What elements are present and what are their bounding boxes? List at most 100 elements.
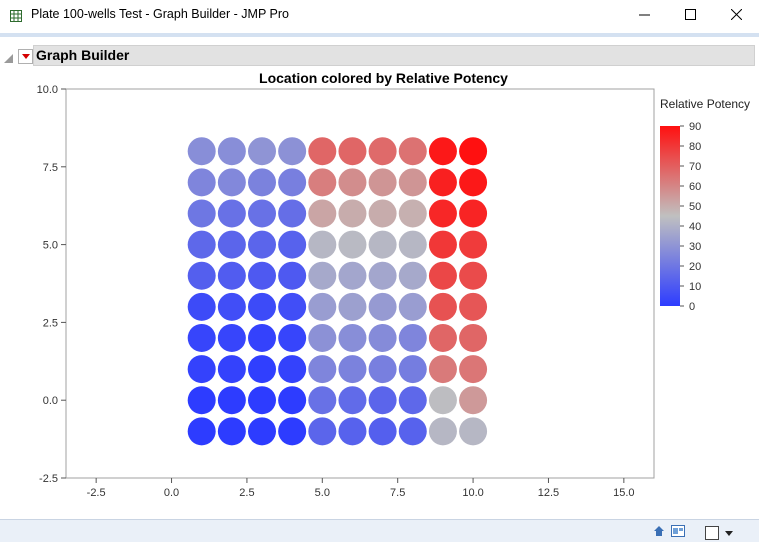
data-point bbox=[217, 230, 246, 259]
data-point bbox=[278, 199, 307, 228]
data-point bbox=[217, 323, 246, 352]
data-point bbox=[187, 230, 216, 259]
data-point bbox=[187, 261, 216, 290]
data-point bbox=[217, 199, 246, 228]
data-point bbox=[248, 355, 276, 384]
data-point bbox=[398, 417, 427, 446]
data-point bbox=[278, 292, 307, 321]
data-point bbox=[338, 199, 367, 228]
data-point bbox=[428, 292, 457, 321]
layout-icon[interactable] bbox=[671, 524, 685, 542]
data-point bbox=[338, 230, 367, 259]
data-point bbox=[308, 323, 337, 352]
legend-tick-label: 20 bbox=[689, 261, 701, 273]
y-tick-label: 2.5 bbox=[43, 317, 58, 329]
legend-tick-label: 60 bbox=[689, 181, 701, 193]
y-tick-label: 0.0 bbox=[43, 395, 58, 407]
data-point bbox=[248, 292, 276, 321]
data-point bbox=[338, 168, 367, 197]
data-point bbox=[398, 261, 427, 290]
data-point bbox=[338, 323, 367, 352]
home-icon[interactable] bbox=[653, 524, 665, 542]
data-point bbox=[428, 323, 457, 352]
data-point bbox=[308, 230, 337, 259]
data-point bbox=[278, 261, 307, 290]
data-point bbox=[217, 292, 246, 321]
y-tick-label: 7.5 bbox=[43, 162, 58, 174]
data-point bbox=[368, 355, 397, 384]
data-point bbox=[187, 323, 216, 352]
data-point bbox=[217, 168, 246, 197]
data-point bbox=[248, 261, 276, 290]
data-point bbox=[428, 168, 457, 197]
x-tick-label: 2.5 bbox=[239, 487, 254, 499]
data-point bbox=[248, 230, 276, 259]
data-point bbox=[368, 261, 397, 290]
x-tick-label: 15.0 bbox=[613, 487, 634, 499]
data-point bbox=[338, 261, 367, 290]
x-tick-label: 7.5 bbox=[390, 487, 405, 499]
data-point bbox=[278, 386, 307, 415]
data-point bbox=[278, 230, 307, 259]
y-tick-label: 5.0 bbox=[43, 240, 58, 252]
data-point bbox=[368, 292, 397, 321]
data-point bbox=[368, 323, 397, 352]
data-point bbox=[459, 168, 488, 197]
data-point bbox=[187, 355, 216, 384]
data-point bbox=[308, 199, 337, 228]
data-point bbox=[368, 386, 397, 415]
data-point bbox=[308, 386, 337, 415]
data-point bbox=[187, 168, 216, 197]
x-tick-label: -2.5 bbox=[87, 487, 106, 499]
data-point bbox=[398, 355, 427, 384]
data-point bbox=[187, 417, 216, 446]
data-point bbox=[428, 199, 457, 228]
data-point bbox=[398, 386, 427, 415]
data-point bbox=[308, 137, 337, 166]
color-legend: 90 80 70 60 50 40 30 20 10 0 bbox=[660, 121, 701, 313]
data-point bbox=[459, 323, 488, 352]
data-point bbox=[428, 417, 457, 446]
data-point bbox=[398, 323, 427, 352]
data-point bbox=[459, 386, 488, 415]
data-point bbox=[217, 137, 246, 166]
data-point bbox=[278, 323, 307, 352]
data-point bbox=[459, 355, 488, 384]
dropdown-icon[interactable] bbox=[725, 530, 733, 536]
data-point bbox=[459, 292, 488, 321]
data-point bbox=[338, 417, 367, 446]
x-tick-label: 0.0 bbox=[164, 487, 179, 499]
data-point bbox=[278, 137, 307, 166]
data-point bbox=[278, 168, 307, 197]
data-point bbox=[338, 355, 367, 384]
x-tick-label: 12.5 bbox=[538, 487, 559, 499]
data-point bbox=[428, 355, 457, 384]
data-point bbox=[217, 417, 246, 446]
data-point bbox=[398, 292, 427, 321]
data-point bbox=[338, 137, 367, 166]
legend-tick-label: 0 bbox=[689, 301, 695, 313]
data-point bbox=[398, 137, 427, 166]
data-point bbox=[308, 292, 337, 321]
data-point bbox=[187, 199, 216, 228]
data-point bbox=[368, 230, 397, 259]
legend-tick-label: 80 bbox=[689, 141, 701, 153]
legend-tick-label: 90 bbox=[689, 121, 701, 133]
data-point bbox=[428, 386, 457, 415]
data-point bbox=[187, 386, 216, 415]
data-point bbox=[308, 417, 337, 446]
data-point bbox=[217, 355, 246, 384]
data-point bbox=[308, 261, 337, 290]
square-icon[interactable] bbox=[705, 526, 719, 540]
data-point bbox=[248, 323, 276, 352]
graph-plot: -2.5 0.0 2.5 5.0 7.5 10.0 -2.5 0.0 2.5 5.0 7.5 10.… bbox=[37, 84, 702, 499]
data-point bbox=[187, 137, 216, 166]
data-point bbox=[368, 417, 397, 446]
data-point bbox=[217, 261, 246, 290]
data-point bbox=[428, 261, 457, 290]
legend-tick-label: 50 bbox=[689, 201, 701, 213]
y-tick-label: 10.0 bbox=[37, 84, 58, 96]
data-point bbox=[398, 230, 427, 259]
y-tick-label: -2.5 bbox=[39, 473, 58, 485]
data-point bbox=[248, 137, 276, 166]
